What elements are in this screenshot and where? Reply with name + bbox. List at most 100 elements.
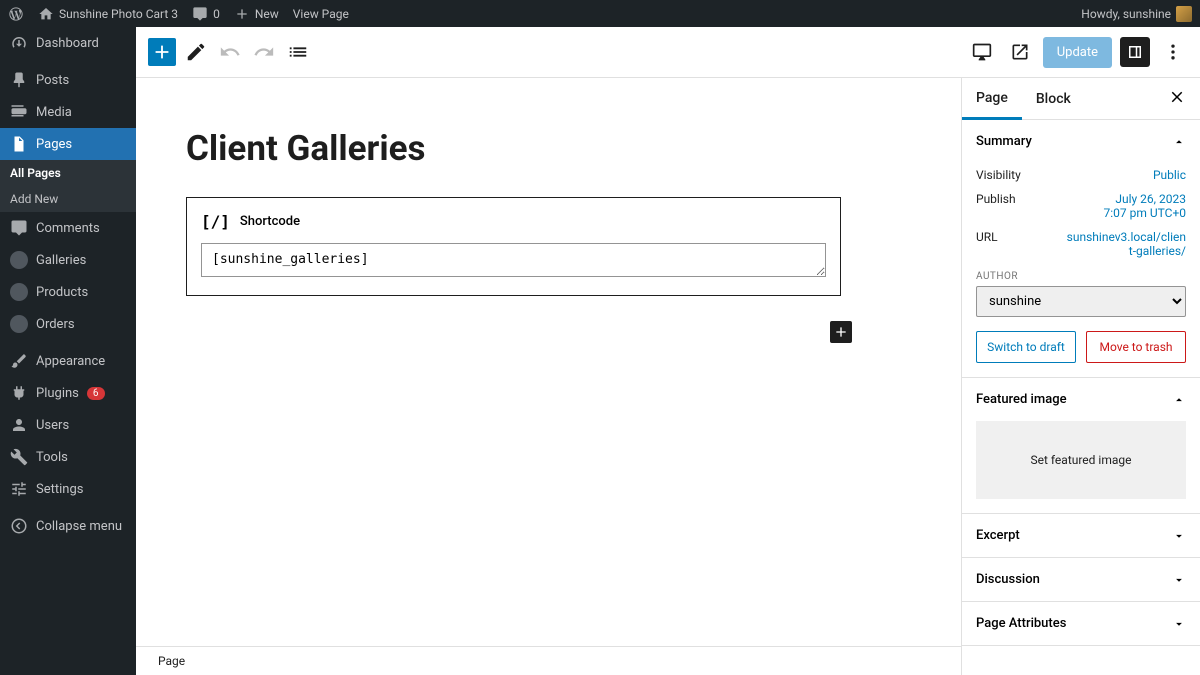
collapse-icon — [10, 517, 28, 535]
shortcode-input[interactable]: [sunshine_galleries] — [201, 243, 826, 277]
excerpt-header[interactable]: Excerpt — [962, 514, 1200, 557]
chevron-up-icon — [1172, 393, 1186, 407]
new-content[interactable]: New — [234, 6, 279, 22]
block-breadcrumb[interactable]: Page — [136, 646, 961, 675]
add-block-after[interactable] — [830, 321, 852, 343]
menu-users[interactable]: Users — [0, 409, 136, 441]
orders-icon — [10, 315, 28, 333]
menu-products[interactable]: Products — [0, 276, 136, 308]
menu-dashboard[interactable]: Dashboard — [0, 27, 136, 59]
home-icon — [38, 6, 54, 22]
options-button[interactable] — [1158, 37, 1188, 67]
publish-row[interactable]: Publish July 26, 20237:07 pm UTC+0 — [976, 187, 1186, 225]
site-name: Sunshine Photo Cart 3 — [59, 7, 178, 21]
menu-appearance[interactable]: Appearance — [0, 345, 136, 377]
panel-summary: Summary Visibility Public Publish July 2… — [962, 120, 1200, 378]
menu-settings[interactable]: Settings — [0, 473, 136, 505]
comments-count[interactable]: 0 — [192, 6, 220, 22]
menu-pages[interactable]: Pages — [0, 128, 136, 160]
avatar — [1176, 6, 1192, 22]
close-panel[interactable] — [1154, 88, 1200, 110]
collapse-menu[interactable]: Collapse menu — [0, 510, 136, 542]
dashboard-icon — [10, 34, 28, 52]
pencil-icon — [185, 41, 207, 63]
editor-main: Update Client Galleries [/] Shortcode [s… — [136, 27, 1200, 675]
galleries-icon — [10, 251, 28, 269]
menu-orders[interactable]: Orders — [0, 308, 136, 340]
panel-excerpt: Excerpt — [962, 514, 1200, 558]
comment-icon — [192, 6, 208, 22]
tab-block[interactable]: Block — [1022, 78, 1085, 120]
user-icon — [10, 416, 28, 434]
add-block-toggle[interactable] — [148, 38, 176, 66]
visibility-row[interactable]: Visibility Public — [976, 163, 1186, 187]
editor-toolbar-left — [148, 38, 312, 66]
settings-panel-toggle[interactable] — [1120, 37, 1150, 67]
shortcode-icon: [/] — [201, 212, 230, 231]
chevron-down-icon — [1172, 529, 1186, 543]
editor-header: Update — [136, 27, 1200, 78]
view-button[interactable] — [967, 37, 997, 67]
wp-logo[interactable] — [8, 6, 24, 22]
move-trash-button[interactable]: Move to trash — [1086, 331, 1186, 363]
redo-button[interactable] — [250, 38, 278, 66]
switch-draft-button[interactable]: Switch to draft — [976, 331, 1076, 363]
menu-tools[interactable]: Tools — [0, 441, 136, 473]
document-overview[interactable] — [284, 38, 312, 66]
panel-discussion: Discussion — [962, 558, 1200, 602]
page-title[interactable]: Client Galleries — [186, 128, 841, 169]
comment-icon — [10, 219, 28, 237]
page-icon — [10, 135, 28, 153]
plus-icon — [833, 324, 849, 340]
shortcode-header: [/] Shortcode — [201, 212, 826, 231]
chevron-down-icon — [1172, 617, 1186, 631]
set-featured-image[interactable]: Set featured image — [976, 421, 1186, 499]
undo-button[interactable] — [216, 38, 244, 66]
tools-toggle[interactable] — [182, 38, 210, 66]
redo-icon — [253, 41, 275, 63]
menu-media[interactable]: Media — [0, 96, 136, 128]
shortcode-label: Shortcode — [240, 214, 300, 229]
undo-icon — [219, 41, 241, 63]
editor-toolbar-right: Update — [967, 37, 1188, 68]
menu-plugins[interactable]: Plugins 6 — [0, 377, 136, 409]
menu-posts[interactable]: Posts — [0, 64, 136, 96]
menu-comments[interactable]: Comments — [0, 212, 136, 244]
media-icon — [10, 103, 28, 121]
menu-galleries[interactable]: Galleries — [0, 244, 136, 276]
admin-bar-right: Howdy, sunshine — [1081, 6, 1192, 22]
author-select[interactable]: sunshine — [976, 286, 1186, 317]
summary-header[interactable]: Summary — [962, 120, 1200, 163]
discussion-header[interactable]: Discussion — [962, 558, 1200, 601]
products-icon — [10, 283, 28, 301]
settings-panel: Page Block Summary Visibility Public — [961, 78, 1200, 675]
howdy-user[interactable]: Howdy, sunshine — [1081, 6, 1192, 22]
admin-bar-left: Sunshine Photo Cart 3 0 New View Page — [8, 6, 349, 22]
update-button[interactable]: Update — [1043, 37, 1112, 68]
submenu-all-pages[interactable]: All Pages — [0, 160, 136, 186]
submenu-add-new[interactable]: Add New — [0, 186, 136, 212]
editor-canvas: Client Galleries [/] Shortcode [sunshine… — [136, 78, 961, 675]
tab-page[interactable]: Page — [962, 78, 1022, 120]
list-icon — [287, 41, 309, 63]
view-page-link[interactable]: View Page — [293, 7, 349, 21]
site-home[interactable]: Sunshine Photo Cart 3 — [38, 6, 178, 22]
wordpress-icon — [8, 6, 24, 22]
panel-page-attributes: Page Attributes — [962, 602, 1200, 646]
shortcode-block[interactable]: [/] Shortcode [sunshine_galleries] — [186, 197, 841, 296]
external-icon — [1010, 42, 1030, 62]
chevron-up-icon — [1172, 135, 1186, 149]
preview-button[interactable] — [1005, 37, 1035, 67]
author-label: AUTHOR — [976, 271, 1186, 282]
plugin-count-badge: 6 — [87, 387, 105, 400]
panel-tabs: Page Block — [962, 78, 1200, 120]
kebab-icon — [1163, 42, 1183, 62]
close-icon — [1168, 88, 1186, 106]
url-row[interactable]: URL sunshinev3.local/client-galleries/ — [976, 225, 1186, 263]
featured-image-header[interactable]: Featured image — [962, 378, 1200, 421]
page-attributes-header[interactable]: Page Attributes — [962, 602, 1200, 645]
plug-icon — [10, 384, 28, 402]
sliders-icon — [10, 480, 28, 498]
wrench-icon — [10, 448, 28, 466]
admin-sidebar: Dashboard Posts Media Pages All Pages Ad… — [0, 27, 136, 675]
